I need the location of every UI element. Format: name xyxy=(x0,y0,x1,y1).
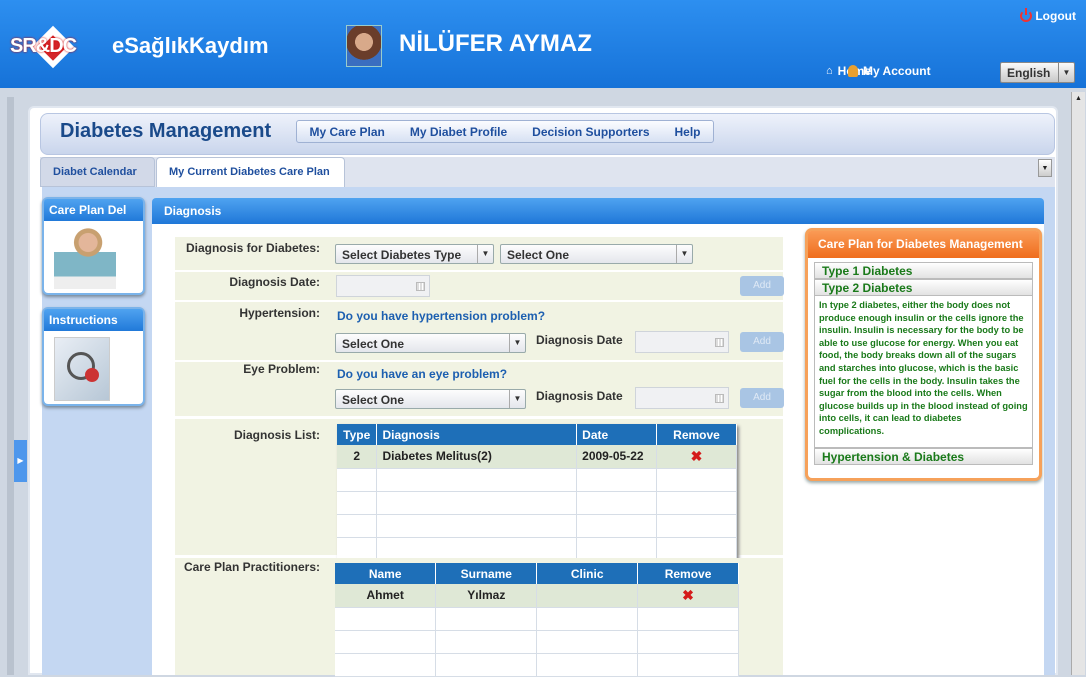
chevron-down-icon: ▼ xyxy=(1058,63,1074,82)
eye-date-field[interactable] xyxy=(635,387,729,409)
date-label: Diagnosis Date: xyxy=(229,275,320,289)
diabetes-type-select[interactable]: Select Diabetes Type ▼ xyxy=(335,244,494,264)
menu-my-diabet-profile[interactable]: My Diabet Profile xyxy=(410,125,507,139)
user-name: NİLÜFER AYMAZ xyxy=(399,30,592,57)
remove-icon[interactable]: ✖ xyxy=(682,587,694,603)
app-name: eSağlıkKaydım xyxy=(112,33,269,58)
table-row xyxy=(335,630,739,654)
left-splitter[interactable] xyxy=(7,97,14,675)
practitioners-table: Name Surname Clinic Remove Ahmet Yılmaz … xyxy=(335,563,739,677)
accordion-hypertension[interactable]: Hypertension & Diabetes xyxy=(814,448,1033,465)
home-icon: ⌂ xyxy=(826,65,833,77)
menu-decision-supporters[interactable]: Decision Supporters xyxy=(532,125,649,139)
accordion-type2[interactable]: Type 2 Diabetes xyxy=(814,279,1033,296)
table-header: Name Surname Clinic Remove xyxy=(335,563,739,584)
scroll-up-icon[interactable]: ▲ xyxy=(1072,92,1085,105)
care-plan-del-box[interactable]: Care Plan Del xyxy=(42,197,145,295)
language-select[interactable]: English ▼ xyxy=(1000,62,1075,83)
page-title: Diabetes Management xyxy=(60,120,272,142)
tab-diabet-calendar[interactable]: Diabet Calendar xyxy=(40,157,155,187)
table-row xyxy=(337,491,737,515)
menu-my-care-plan[interactable]: My Care Plan xyxy=(309,125,384,139)
accordion-type1[interactable]: Type 1 Diabetes xyxy=(814,262,1033,279)
instructions-box[interactable]: Instructions xyxy=(42,307,145,406)
hypertension-date-field[interactable] xyxy=(635,331,729,353)
diabetes-label: Diagnosis for Diabetes: xyxy=(185,241,320,255)
table-row xyxy=(337,514,737,538)
chevron-down-icon: ▼ xyxy=(509,334,525,352)
care-plan-title: Care Plan for Diabetes Management xyxy=(808,231,1039,258)
diagnosis-table: Type Diagnosis Date Remove 2 Diabetes Me… xyxy=(337,424,737,561)
add-eye-button[interactable]: Add xyxy=(740,388,784,408)
table-header: Type Diagnosis Date Remove xyxy=(337,424,737,445)
hypertension-date-label: Diagnosis Date xyxy=(536,333,623,347)
calendar-icon[interactable] xyxy=(715,394,724,403)
chevron-down-icon: ▼ xyxy=(477,245,493,263)
power-icon xyxy=(1020,8,1033,22)
eye-select[interactable]: Select One ▼ xyxy=(335,389,526,409)
hypertension-label: Hypertension: xyxy=(239,306,320,320)
tab-current-care-plan[interactable]: My Current Diabetes Care Plan xyxy=(156,157,345,187)
stethoscope-image xyxy=(54,337,110,401)
table-row xyxy=(335,607,739,631)
diabetes-select[interactable]: Select One ▼ xyxy=(500,244,693,264)
logout-button[interactable]: Logout xyxy=(1020,8,1076,23)
table-row[interactable]: 2 Diabetes Melitus(2) 2009-05-22 ✖ xyxy=(337,445,737,469)
table-row[interactable]: Ahmet Yılmaz ✖ xyxy=(335,584,739,608)
table-row xyxy=(337,537,737,561)
my-account-link[interactable]: My Account xyxy=(848,64,931,78)
nurse-image xyxy=(54,227,116,289)
diagnosis-list-label: Diagnosis List: xyxy=(233,428,320,442)
calendar-icon[interactable] xyxy=(715,338,724,347)
table-row xyxy=(335,653,739,677)
expand-sidebar-handle[interactable]: ▶ xyxy=(14,440,27,482)
hypertension-question: Do you have hypertension problem? xyxy=(337,309,546,323)
menu-help[interactable]: Help xyxy=(674,125,700,139)
tab-menu-button[interactable]: ▼ xyxy=(1038,159,1052,177)
main-menu: My Care Plan My Diabet Profile Decision … xyxy=(296,120,714,143)
vertical-scrollbar[interactable]: ▲ xyxy=(1071,92,1085,675)
calendar-icon[interactable] xyxy=(416,282,425,291)
care-plan-del-title: Care Plan Del xyxy=(44,199,143,221)
diagnosis-header: Diagnosis xyxy=(152,198,1044,224)
add-diabetes-button[interactable]: Add xyxy=(740,276,784,296)
add-hypertension-button[interactable]: Add xyxy=(740,332,784,352)
care-plan-box: Care Plan for Diabetes Management Type 1… xyxy=(805,228,1042,481)
table-row xyxy=(337,468,737,492)
type2-description: In type 2 diabetes, either the body does… xyxy=(814,296,1033,448)
user-icon xyxy=(848,65,858,77)
hypertension-select[interactable]: Select One ▼ xyxy=(335,333,526,353)
eye-date-label: Diagnosis Date xyxy=(536,389,623,403)
practitioners-label: Care Plan Practitioners: xyxy=(183,560,320,574)
user-avatar xyxy=(346,25,382,67)
chevron-down-icon: ▼ xyxy=(676,245,692,263)
eye-question: Do you have an eye problem? xyxy=(337,367,508,381)
diabetes-date-field[interactable] xyxy=(336,275,430,297)
logo[interactable]: SR&DC xyxy=(10,25,106,69)
instructions-title: Instructions xyxy=(44,309,143,331)
remove-icon[interactable]: ✖ xyxy=(691,448,703,464)
chevron-down-icon: ▼ xyxy=(509,390,525,408)
eye-label: Eye Problem: xyxy=(243,362,320,376)
